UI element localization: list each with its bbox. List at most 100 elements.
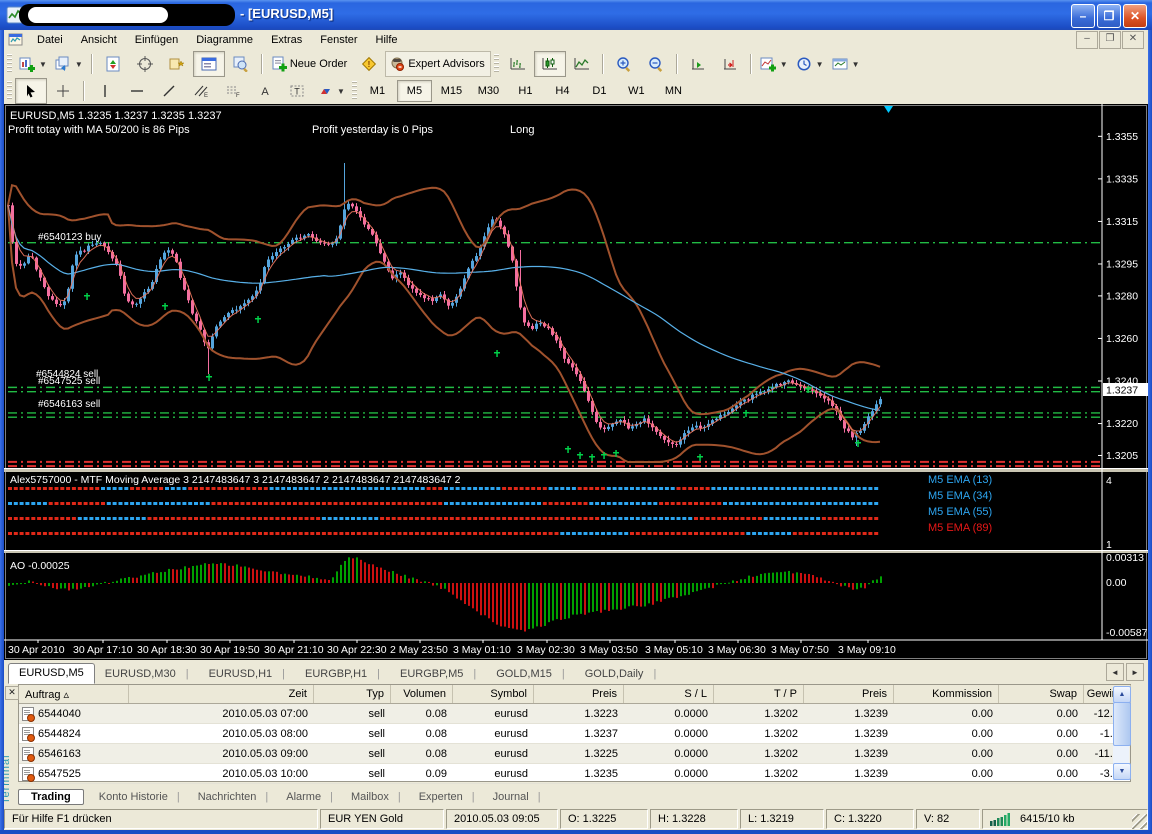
scroll-down-button[interactable]: ▼ xyxy=(1113,763,1131,780)
neue-order-button[interactable]: Neue Order xyxy=(267,51,353,77)
ema-legend-entry: M5 EMA (89) xyxy=(928,522,992,534)
column-header-preis[interactable]: Preis xyxy=(804,685,894,703)
terminal-tab-konto-historie[interactable]: Konto Historie| xyxy=(90,789,189,805)
timeframe-w1-button[interactable]: W1 xyxy=(619,80,654,102)
table-row[interactable]: 65440402010.05.03 07:00sell0.08eurusd1.3… xyxy=(19,704,1130,724)
strategy-tester-button[interactable] xyxy=(225,51,257,77)
line-chart-button[interactable] xyxy=(566,51,598,77)
channel-tool-button[interactable]: E xyxy=(185,78,217,104)
window-minimize-button[interactable]: – xyxy=(1071,4,1095,28)
text-tool-button[interactable]: A xyxy=(249,78,281,104)
chart-tab-eurusd-m5[interactable]: EURUSD,M5 xyxy=(8,663,95,684)
title-bar[interactable]: - [EURUSD,M5] – ❐ ✕ xyxy=(0,0,1152,30)
candlestick-chart-button[interactable] xyxy=(534,51,566,77)
timeframe-mn-button[interactable]: MN xyxy=(656,80,691,102)
periods-button[interactable]: ▼ xyxy=(792,51,828,77)
arrows-tool-button[interactable]: ▼ xyxy=(313,78,349,104)
timeframe-h4-button[interactable]: H4 xyxy=(545,80,580,102)
toolbar-grip[interactable] xyxy=(7,54,12,74)
terminal-tab-mailbox[interactable]: Mailbox| xyxy=(342,789,410,805)
indicators-button[interactable]: ▼ xyxy=(756,51,792,77)
child-restore-button[interactable]: ❐ xyxy=(1099,31,1121,49)
terminal-button[interactable] xyxy=(193,51,225,77)
chart-tab-gold-m15[interactable]: GOLD,M15| xyxy=(486,665,575,684)
child-close-button[interactable]: ✕ xyxy=(1122,31,1144,49)
metaeditor-button[interactable]: ! xyxy=(353,51,385,77)
current-price-label: 1.3237 xyxy=(1106,385,1138,397)
trendline-tool-button[interactable] xyxy=(153,78,185,104)
column-header-tp[interactable]: T / P xyxy=(714,685,804,703)
profiles-button[interactable]: ▼ xyxy=(51,51,87,77)
text-label-tool-button[interactable]: T xyxy=(281,78,313,104)
column-header-typ[interactable]: Typ xyxy=(314,685,391,703)
timeframe-m5-button[interactable]: M5 xyxy=(397,80,432,102)
timeframe-m30-button[interactable]: M30 xyxy=(471,80,506,102)
terminal-tab-journal[interactable]: Journal| xyxy=(484,789,550,805)
toolbar-grip[interactable] xyxy=(352,81,357,101)
window-maximize-button[interactable]: ❐ xyxy=(1097,4,1121,28)
terminal-tab-alarme[interactable]: Alarme| xyxy=(277,789,342,805)
chart-shift-button[interactable] xyxy=(714,51,746,77)
table-row[interactable]: 65448242010.05.03 08:00sell0.08eurusd1.3… xyxy=(19,724,1130,744)
table-row[interactable]: 65475252010.05.03 10:00sell0.09eurusd1.3… xyxy=(19,764,1130,784)
menu-datei[interactable]: Datei xyxy=(28,32,72,48)
price-chart-svg[interactable]: EURUSD,M5 1.3235 1.3237 1.3235 1.3237Pro… xyxy=(4,104,1148,660)
chart-tab-eurgbp-m5[interactable]: EURGBP,M5| xyxy=(390,665,486,684)
templates-button[interactable]: ▼ xyxy=(828,51,864,77)
market-watch-button[interactable] xyxy=(97,51,129,77)
chart-tab-eurusd-m30[interactable]: EURUSD,M30| xyxy=(95,665,199,684)
svg-text:F: F xyxy=(236,93,240,99)
menu-ansicht[interactable]: Ansicht xyxy=(72,32,126,48)
timeframe-m1-button[interactable]: M1 xyxy=(360,80,395,102)
menu-einfügen[interactable]: Einfügen xyxy=(126,32,187,48)
child-minimize-button[interactable]: – xyxy=(1076,31,1098,49)
menu-fenster[interactable]: Fenster xyxy=(311,32,366,48)
zoom-in-button[interactable] xyxy=(608,51,640,77)
chart-tab-eurusd-h1[interactable]: EURUSD,H1| xyxy=(199,665,295,684)
chart-window[interactable]: EURUSD,M5 1.3235 1.3237 1.3235 1.3237Pro… xyxy=(4,104,1148,660)
fibonacci-tool-button[interactable]: F xyxy=(217,78,249,104)
scrollbar-thumb[interactable] xyxy=(1113,702,1131,746)
timeframe-m15-button[interactable]: M15 xyxy=(434,80,469,102)
column-header-kommission[interactable]: Kommission xyxy=(894,685,999,703)
navigator-button[interactable] xyxy=(161,51,193,77)
terminal-tab-trading[interactable]: Trading xyxy=(18,789,84,805)
chart-tab-eurgbp-h1[interactable]: EURGBP,H1| xyxy=(295,665,390,684)
column-header-sl[interactable]: S / L xyxy=(624,685,714,703)
terminal-scrollbar[interactable]: ▲ ▼ xyxy=(1113,686,1129,780)
column-header-preis[interactable]: Preis xyxy=(534,685,624,703)
column-header-auftrag[interactable]: Auftrag ▵ xyxy=(19,685,129,703)
scroll-up-button[interactable]: ▲ xyxy=(1113,686,1131,703)
menu-extras[interactable]: Extras xyxy=(262,32,311,48)
tab-scroll-left-button[interactable]: ◄ xyxy=(1106,663,1124,681)
chart-tab-gold-daily[interactable]: GOLD,Daily| xyxy=(575,665,667,684)
cursor-tool-button[interactable] xyxy=(15,78,47,104)
crosshair-tool-button[interactable] xyxy=(47,78,79,104)
terminal-tab-nachrichten[interactable]: Nachrichten| xyxy=(189,789,278,805)
table-row[interactable]: 65461632010.05.03 09:00sell0.08eurusd1.3… xyxy=(19,744,1130,764)
vertical-line-tool-button[interactable] xyxy=(89,78,121,104)
tab-scroll-right-button[interactable]: ► xyxy=(1126,663,1144,681)
resize-grip[interactable] xyxy=(1132,814,1147,829)
toolbar-grip[interactable] xyxy=(494,54,499,74)
terminal-tabs: Trading Konto Historie|Nachrichten|Alarme… xyxy=(18,787,550,806)
timeframe-d1-button[interactable]: D1 xyxy=(582,80,617,102)
data-window-button[interactable] xyxy=(129,51,161,77)
column-header-symbol[interactable]: Symbol xyxy=(453,685,534,703)
new-chart-button[interactable]: ▼ xyxy=(15,51,51,77)
menu-hilfe[interactable]: Hilfe xyxy=(367,32,407,48)
column-header-volumen[interactable]: Volumen xyxy=(391,685,453,703)
zoom-out-button[interactable] xyxy=(640,51,672,77)
auto-scroll-button[interactable] xyxy=(682,51,714,77)
toolbar-grip[interactable] xyxy=(7,81,12,101)
window-close-button[interactable]: ✕ xyxy=(1123,4,1147,28)
expert-advisors-button[interactable]: Expert Advisors xyxy=(385,51,490,77)
column-header-swap[interactable]: Swap xyxy=(999,685,1084,703)
column-header-zeit[interactable]: Zeit xyxy=(129,685,314,703)
menu-diagramme[interactable]: Diagramme xyxy=(187,32,262,48)
bar-chart-button[interactable] xyxy=(502,51,534,77)
timeframe-h1-button[interactable]: H1 xyxy=(508,80,543,102)
horizontal-line-tool-button[interactable] xyxy=(121,78,153,104)
terminal-close-button[interactable]: ✕ xyxy=(5,686,19,700)
terminal-tab-experten[interactable]: Experten| xyxy=(410,789,484,805)
